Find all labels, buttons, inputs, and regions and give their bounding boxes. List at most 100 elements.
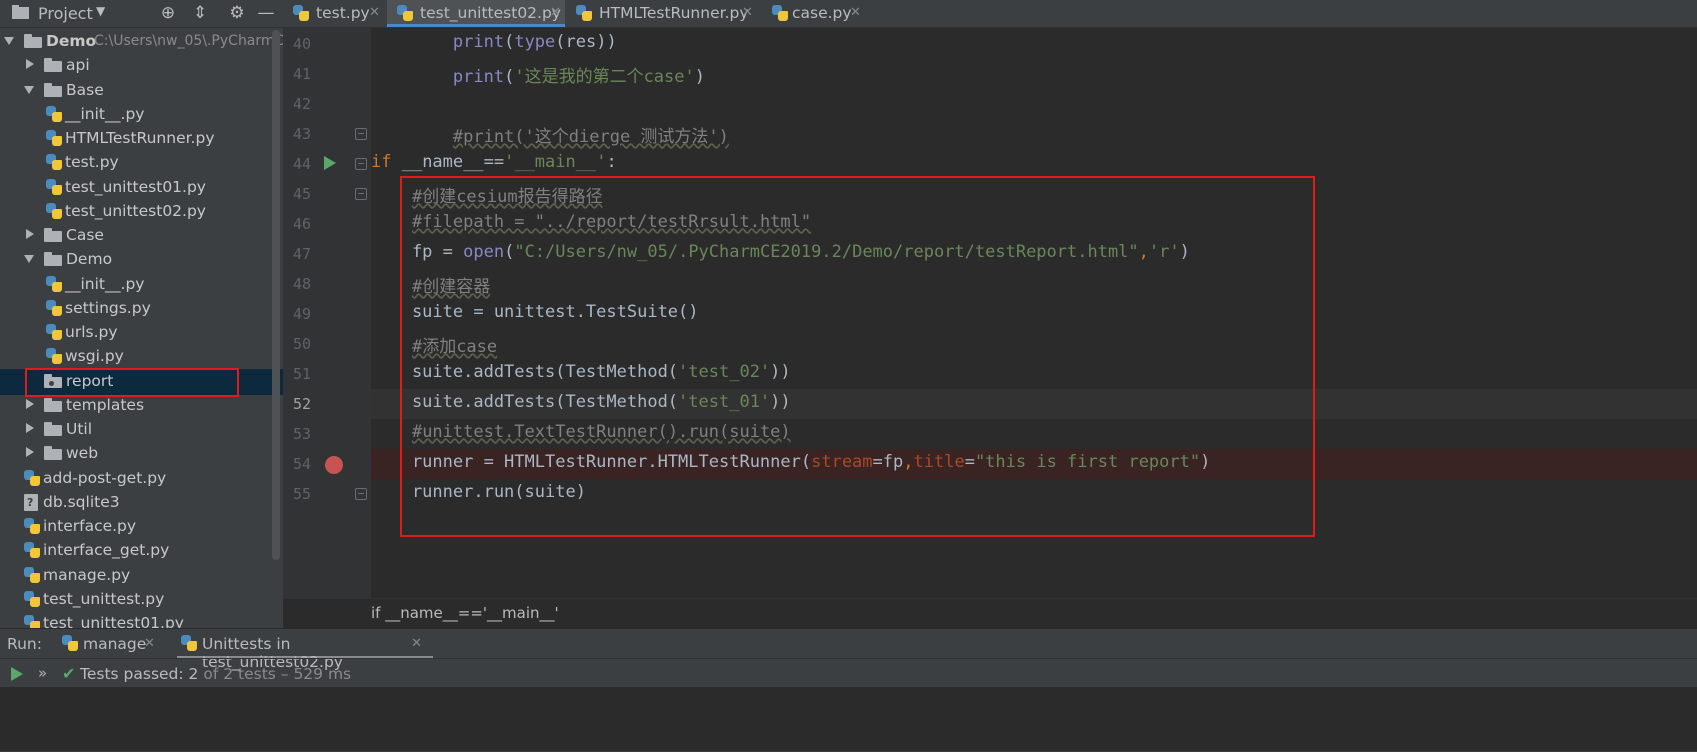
tree-item-api[interactable]: api <box>0 53 300 79</box>
line-number: 47 <box>292 245 311 263</box>
close-icon[interactable]: ✕ <box>850 5 861 20</box>
tree-item-label: test_unittest01.py <box>43 614 184 628</box>
gear-icon[interactable]: ⚙ <box>227 3 247 23</box>
code-line[interactable]: #print('这个dierge 测试方法') <box>371 122 729 147</box>
line-number: 42 <box>292 95 311 113</box>
close-icon[interactable]: ✕ <box>411 636 422 651</box>
code-line[interactable]: print('这是我的第二个case') <box>371 62 705 87</box>
status-suffix: of 2 tests – 529 ms <box>198 665 352 683</box>
close-icon[interactable]: ✕ <box>144 636 155 651</box>
tree-item-demo[interactable]: Demo <box>0 247 300 273</box>
folder-icon <box>44 228 62 242</box>
unknown-file-icon: ? <box>24 493 38 511</box>
folder-icon <box>24 34 42 48</box>
tree-item-test-unittest02-py[interactable]: test_unittest02.py <box>0 199 300 225</box>
fold-icon[interactable] <box>355 128 367 140</box>
chevron-right-icon[interactable] <box>24 423 34 433</box>
chevron-down-icon[interactable] <box>24 253 34 264</box>
python-file-icon <box>293 5 309 21</box>
tree-item-wsgi-py[interactable]: wsgi.py <box>0 344 300 370</box>
line-number: 51 <box>292 365 311 383</box>
python-file-icon <box>46 178 62 195</box>
folder-icon <box>44 58 62 73</box>
tab-case-py[interactable]: case.py ✕ <box>762 0 868 27</box>
tree-item-demo[interactable]: Demo C:\Users\nw_05\.PyCharmCE <box>0 29 300 55</box>
tree-item-web[interactable]: web <box>0 441 300 467</box>
tree-item-test-unittest01-py[interactable]: test_unittest01.py <box>0 611 300 628</box>
run-tab-manage[interactable]: manage ✕ <box>58 629 168 657</box>
collapse-icon[interactable]: ⇕ <box>190 3 210 23</box>
tree-item-label: wsgi.py <box>65 347 124 366</box>
breadcrumb[interactable]: if __name__=='__main__' <box>371 604 559 622</box>
project-title[interactable]: Project <box>38 4 93 23</box>
tree-item-label: db.sqlite3 <box>43 492 120 511</box>
tab-test-py[interactable]: test.py ✕ <box>283 0 386 27</box>
project-scrollbar[interactable] <box>272 30 280 560</box>
chevron-down-icon[interactable] <box>24 84 34 94</box>
run-gutter-icon[interactable] <box>324 156 336 170</box>
tab-label: case.py <box>792 4 852 22</box>
python-file-icon <box>62 635 78 651</box>
tree-item-settings-py[interactable]: settings.py <box>0 296 300 322</box>
tree-item-db-sqlite3[interactable]: ? db.sqlite3 <box>0 490 300 516</box>
tree-item-label: web <box>66 444 99 463</box>
tree-item-test-unittest01-py[interactable]: test_unittest01.py <box>0 175 300 201</box>
breakpoint-icon[interactable] <box>325 456 343 474</box>
tree-item-test-unittest-py[interactable]: test_unittest.py <box>0 587 300 613</box>
close-icon[interactable]: ✕ <box>742 5 753 20</box>
close-icon[interactable]: ✕ <box>369 5 380 20</box>
project-icon <box>12 5 29 20</box>
code-line[interactable]: if __name__=='__main__': <box>371 152 617 172</box>
close-icon[interactable]: ✕ <box>550 5 561 20</box>
chevron-right-icon[interactable]: » <box>38 664 47 682</box>
tree-item-label: test.py <box>65 153 119 172</box>
tree-item-base[interactable]: Base <box>0 78 300 104</box>
fold-icon[interactable] <box>355 488 367 500</box>
status-count: 2 <box>188 665 199 683</box>
tree-item-urls-py[interactable]: urls.py <box>0 320 300 346</box>
tree-item-manage-py[interactable]: manage.py <box>0 563 300 589</box>
tab-test-unittest02[interactable]: test_unittest02.py ✕ <box>387 0 565 27</box>
chevron-right-icon[interactable] <box>24 59 34 70</box>
python-file-icon <box>46 202 62 219</box>
tree-item-add-post-get-py[interactable]: add-post-get.py <box>0 466 300 492</box>
python-file-icon <box>46 348 62 365</box>
minimize-icon[interactable]: — <box>256 3 276 23</box>
rerun-icon[interactable] <box>11 667 23 681</box>
run-tab-unittests[interactable]: Unittests in test_unittest02.py ✕ <box>177 629 433 671</box>
chevron-down-icon[interactable]: ▼ <box>96 4 105 18</box>
line-number: 41 <box>292 65 311 83</box>
folder-icon <box>44 446 62 461</box>
tree-item-case[interactable]: Case <box>0 223 300 249</box>
chevron-right-icon[interactable] <box>24 447 34 458</box>
line-number: 55 <box>292 485 311 503</box>
tree-item-label: templates <box>66 395 145 414</box>
tree-item-path: C:\Users\nw_05\.PyCharmCE <box>94 33 294 49</box>
line-number: 48 <box>292 275 311 293</box>
line-number: 44 <box>292 155 311 173</box>
chevron-down-icon[interactable] <box>4 35 14 45</box>
tree-item-init-py[interactable]: __init__.py <box>0 102 300 128</box>
tree-item-label: test_unittest02.py <box>65 201 206 220</box>
chevron-right-icon[interactable] <box>24 229 34 239</box>
line-number: 46 <box>292 215 311 233</box>
line-number: 54 <box>292 455 311 473</box>
tab-htmltestrunner[interactable]: HTMLTestRunner.py ✕ <box>566 0 761 27</box>
tree-item-interface-py[interactable]: interface.py <box>0 514 300 540</box>
fold-icon[interactable] <box>355 158 367 170</box>
target-icon[interactable]: ⊕ <box>158 3 178 23</box>
python-file-icon <box>772 5 788 21</box>
fold-icon[interactable] <box>355 188 367 200</box>
tree-item-interface-get-py[interactable]: interface_get.py <box>0 538 300 564</box>
chevron-right-icon[interactable] <box>24 398 34 409</box>
tree-item-util[interactable]: Util <box>0 417 300 443</box>
tab-label: HTMLTestRunner.py <box>599 4 749 22</box>
line-number: 49 <box>292 305 311 323</box>
tree-item-label: add-post-get.py <box>43 468 167 487</box>
tree-item-label: test_unittest01.py <box>65 177 206 196</box>
console-output[interactable] <box>0 687 1697 751</box>
tree-item-init-py[interactable]: __init__.py <box>0 272 300 298</box>
code-line[interactable]: print(type(res)) <box>371 32 617 52</box>
tree-item-htmltestrunner-py[interactable]: HTMLTestRunner.py <box>0 126 300 152</box>
tree-item-test-py[interactable]: test.py <box>0 150 300 176</box>
